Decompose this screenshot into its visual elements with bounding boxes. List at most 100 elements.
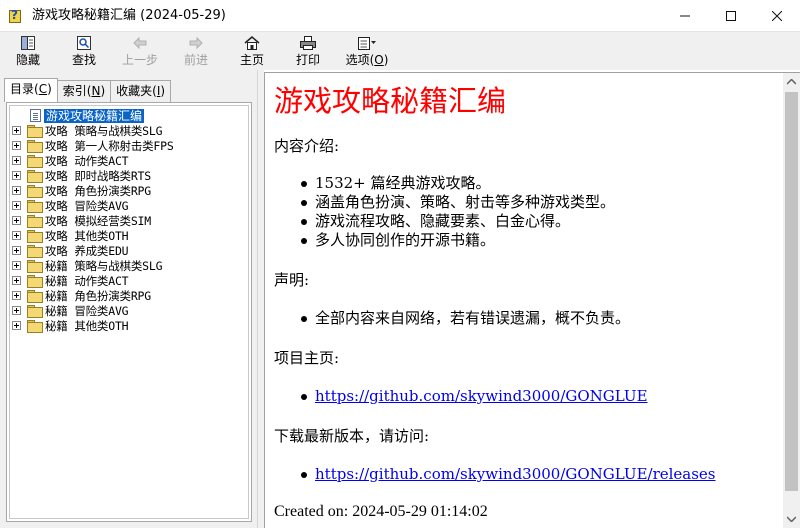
tree-item[interactable]: 秘籍 角色扮演类RPG <box>12 288 151 303</box>
expand-plus-icon[interactable] <box>12 261 21 270</box>
tree-item-label: 秘籍 动作类ACT <box>45 273 129 288</box>
title-bar: ? 游戏攻略秘籍汇编 (2024-05-29) <box>0 0 800 31</box>
tree-item-label: 秘籍 其他类OTH <box>45 318 129 333</box>
tree-item[interactable]: 秘籍 其他类OTH <box>12 318 129 333</box>
folder-icon <box>27 290 43 303</box>
print-button[interactable]: 打印 <box>280 32 336 71</box>
folder-icon <box>27 230 43 243</box>
home-button[interactable]: 主页 <box>224 32 280 71</box>
expand-plus-icon[interactable] <box>12 216 21 225</box>
scroll-up-button[interactable] <box>783 73 800 90</box>
tree-item[interactable]: 攻略 动作类ACT <box>12 153 129 168</box>
folder-icon <box>27 305 43 318</box>
close-button[interactable] <box>754 0 800 31</box>
tree-item-label: 攻略 动作类ACT <box>45 153 129 168</box>
scrollbar-thumb[interactable] <box>785 92 798 491</box>
expand-plus-icon[interactable] <box>12 246 21 255</box>
forward-button[interactable]: 前进 <box>168 32 224 71</box>
print-label: 打印 <box>295 53 320 67</box>
homepage-list: https://github.com/skywind3000/GONGLUE <box>298 387 783 406</box>
tree-item[interactable]: 秘籍 策略与战棋类SLG <box>12 258 162 273</box>
hide-pane-icon <box>18 34 38 52</box>
list-item: 1532+ 篇经典游戏攻略。 <box>298 174 783 193</box>
tree-item[interactable]: 攻略 冒险类AVG <box>12 198 129 213</box>
maximize-button[interactable] <box>708 0 754 31</box>
expand-plus-icon[interactable] <box>12 141 21 150</box>
tree-item[interactable]: 攻略 养成类EDU <box>12 243 129 258</box>
help-book-icon: ? <box>8 8 24 24</box>
tab-index[interactable]: 索引(N) <box>56 80 112 102</box>
list-item: 全部内容来自网络，若有错误遗漏，概不负责。 <box>298 309 783 328</box>
tree-item-label: 攻略 即时战略类RTS <box>45 168 151 183</box>
options-label: 选项(O) <box>345 53 389 67</box>
back-arrow-icon <box>130 34 150 52</box>
tree-item[interactable]: 攻略 其他类OTH <box>12 228 129 243</box>
folder-icon <box>27 155 43 168</box>
tree-item-label: 攻略 策略与战棋类SLG <box>45 123 163 138</box>
tree-item-label: 攻略 冒险类AVG <box>45 198 129 213</box>
maximize-icon <box>726 10 736 21</box>
tree-item[interactable]: 攻略 角色扮演类RPG <box>12 183 151 198</box>
tree-item[interactable]: 秘籍 动作类ACT <box>12 273 129 288</box>
page-title: 游戏攻略秘籍汇编 <box>274 84 507 118</box>
expand-plus-icon[interactable] <box>12 276 21 285</box>
tree-item[interactable]: 攻略 模拟经营类SIM <box>12 213 151 228</box>
find-label: 查找 <box>71 53 96 67</box>
folder-icon <box>27 125 43 138</box>
toolbar: 隐藏 查找 上一步 前进 主页 打印 选项(O) <box>0 31 800 70</box>
download-label: 下载最新版本，请访问: <box>274 427 430 445</box>
folder-icon <box>27 275 43 288</box>
expand-plus-icon[interactable] <box>12 231 21 240</box>
navigation-pane: 目录(C) 索引(N) 收藏夹(I) 游戏攻略秘籍汇编 攻略 策略与战棋类SLG… <box>0 70 258 528</box>
created-timestamp: Created on: 2024-05-29 01:14:02 <box>274 503 488 520</box>
list-item: 游戏流程攻略、隐藏要素、白金心得。 <box>298 212 783 231</box>
tree-item[interactable]: 攻略 策略与战棋类SLG <box>12 123 162 138</box>
tree-item-label: 攻略 养成类EDU <box>45 243 129 258</box>
intro-list: 1532+ 篇经典游戏攻略。 涵盖角色扮演、策略、射击等多种游戏类型。 游戏流程攻略… <box>298 174 783 250</box>
expand-plus-icon[interactable] <box>12 291 21 300</box>
folder-icon <box>27 185 43 198</box>
minimize-icon <box>680 15 690 16</box>
download-link[interactable]: https://github.com/skywind3000/GONGLUE/r… <box>315 465 716 483</box>
download-list: https://github.com/skywind3000/GONGLUE/r… <box>298 465 783 484</box>
expand-plus-icon[interactable] <box>12 156 21 165</box>
window-controls <box>662 0 800 31</box>
topic-content: 游戏攻略秘籍汇编 内容介绍: 1532+ 篇经典游戏攻略。 涵盖角色扮演、策略、射… <box>265 73 783 528</box>
contents-panel: 游戏攻略秘籍汇编 攻略 策略与战棋类SLG 攻略 第一人称射击类FPS 攻略 动作类… <box>6 102 252 522</box>
back-button[interactable]: 上一步 <box>112 32 168 71</box>
home-icon <box>242 34 262 52</box>
tab-contents[interactable]: 目录(C) <box>4 78 58 102</box>
expand-plus-icon[interactable] <box>12 171 21 180</box>
tree-item-label: 攻略 模拟经营类SIM <box>45 213 151 228</box>
options-icon <box>357 34 377 52</box>
vertical-scrollbar[interactable] <box>783 73 800 528</box>
expand-plus-icon[interactable] <box>12 321 21 330</box>
tree-item[interactable]: 攻略 第一人称射击类FPS <box>12 138 174 153</box>
navigation-tabs: 目录(C) 索引(N) 收藏夹(I) <box>4 78 172 102</box>
list-item: 涵盖角色扮演、策略、射击等多种游戏类型。 <box>298 193 783 212</box>
scroll-down-button[interactable] <box>783 510 800 527</box>
tree-item[interactable]: 秘籍 冒险类AVG <box>12 303 129 318</box>
expand-plus-icon[interactable] <box>12 201 21 210</box>
expand-plus-icon[interactable] <box>12 306 21 315</box>
hide-button[interactable]: 隐藏 <box>0 32 56 71</box>
window-title: 游戏攻略秘籍汇编 (2024-05-29) <box>32 8 226 23</box>
tree-item[interactable]: 攻略 即时战略类RTS <box>12 168 151 183</box>
forward-arrow-icon <box>186 34 206 52</box>
find-button[interactable]: 查找 <box>56 32 112 71</box>
tree-root-label: 游戏攻略秘籍汇编 <box>44 108 145 123</box>
expand-plus-icon[interactable] <box>12 186 21 195</box>
homepage-link[interactable]: https://github.com/skywind3000/GONGLUE <box>315 387 648 405</box>
folder-icon <box>27 245 43 258</box>
options-button[interactable]: 选项(O) <box>336 32 398 71</box>
list-item: 多人协同创作的开源书籍。 <box>298 231 783 250</box>
tab-favorites[interactable]: 收藏夹(I) <box>110 80 172 102</box>
tree-root-item[interactable]: 游戏攻略秘籍汇编 <box>30 108 145 123</box>
expand-plus-icon[interactable] <box>12 126 21 135</box>
folder-icon <box>27 200 43 213</box>
folder-icon <box>27 260 43 273</box>
back-label: 上一步 <box>121 53 158 67</box>
folder-icon <box>27 215 43 228</box>
minimize-button[interactable] <box>662 0 708 31</box>
printer-icon <box>298 34 318 52</box>
